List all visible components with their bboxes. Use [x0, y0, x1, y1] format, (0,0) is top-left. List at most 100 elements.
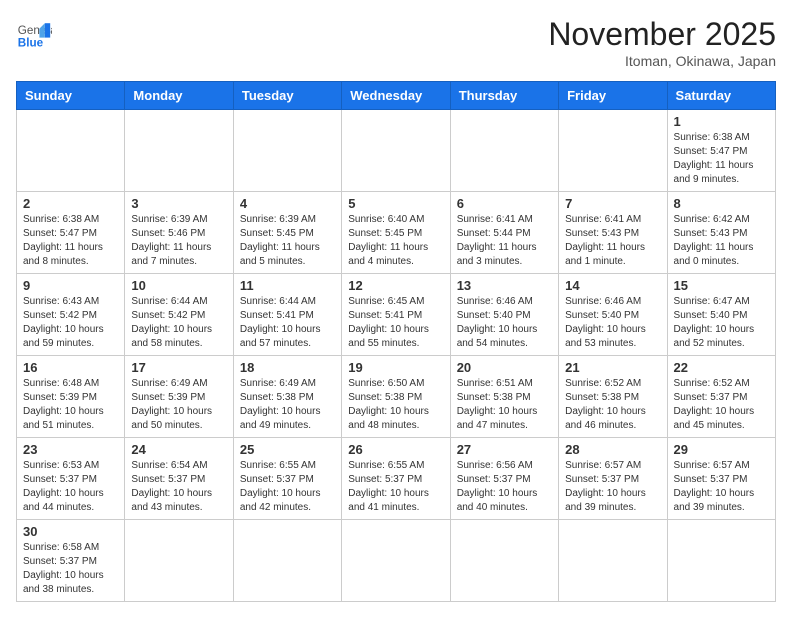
week-row-4: 23Sunrise: 6:53 AM Sunset: 5:37 PM Dayli…	[17, 438, 776, 520]
weekday-header-row: SundayMondayTuesdayWednesdayThursdayFrid…	[17, 82, 776, 110]
day-number: 7	[565, 196, 660, 211]
day-cell: 14 Sunrise: 6:46 AM Sunset: 5:40 PM Dayli…	[559, 274, 667, 356]
week-row-5: 30 Sunrise: 6:58 AM Sunset: 5:37 PM Dayli…	[17, 520, 776, 602]
day-cell: 24 Sunrise: 6:54 AM Sunset: 5:37 PM Dayli…	[125, 438, 233, 520]
week-row-2: 9Sunrise: 6:43 AM Sunset: 5:42 PM Daylig…	[17, 274, 776, 356]
day-info: Sunrise: 6:46 AM Sunset: 5:40 PM Dayligh…	[565, 295, 660, 351]
day-info: Sunrise: 6:38 AM Sunset: 5:47 PM Dayligh…	[674, 131, 769, 187]
day-info: Sunrise: 6:47 AM Sunset: 5:40 PM Dayligh…	[674, 295, 769, 351]
day-number: 17	[131, 360, 226, 375]
day-info: Sunrise: 6:54 AM Sunset: 5:37 PM Dayligh…	[131, 459, 226, 515]
day-number: 11	[240, 278, 335, 293]
day-info: Sunrise: 6:44 AM Sunset: 5:42 PM Dayligh…	[131, 295, 226, 351]
day-cell: 7 Sunrise: 6:41 AM Sunset: 5:43 PM Daylig…	[559, 192, 667, 274]
day-cell: 16 Sunrise: 6:48 AM Sunset: 5:39 PM Dayli…	[17, 356, 125, 438]
day-cell: 5Sunrise: 6:40 AM Sunset: 5:45 PM Daylig…	[342, 192, 450, 274]
calendar-table: SundayMondayTuesdayWednesdayThursdayFrid…	[16, 81, 776, 602]
day-info: Sunrise: 6:41 AM Sunset: 5:43 PM Dayligh…	[565, 213, 660, 269]
weekday-header-saturday: Saturday	[667, 82, 775, 110]
weekday-header-wednesday: Wednesday	[342, 82, 450, 110]
day-number: 9	[23, 278, 118, 293]
week-row-3: 16 Sunrise: 6:48 AM Sunset: 5:39 PM Dayli…	[17, 356, 776, 438]
day-cell: 23Sunrise: 6:53 AM Sunset: 5:37 PM Dayli…	[17, 438, 125, 520]
day-number: 21	[565, 360, 660, 375]
day-cell: 9Sunrise: 6:43 AM Sunset: 5:42 PM Daylig…	[17, 274, 125, 356]
day-info: Sunrise: 6:39 AM Sunset: 5:45 PM Dayligh…	[240, 213, 335, 269]
day-cell	[667, 520, 775, 602]
day-number: 14	[565, 278, 660, 293]
day-cell: 28Sunrise: 6:57 AM Sunset: 5:37 PM Dayli…	[559, 438, 667, 520]
day-cell	[559, 520, 667, 602]
day-cell: 29Sunrise: 6:57 AM Sunset: 5:37 PM Dayli…	[667, 438, 775, 520]
page-header: General Blue November 2025 Itoman, Okina…	[16, 16, 776, 69]
day-info: Sunrise: 6:55 AM Sunset: 5:37 PM Dayligh…	[348, 459, 443, 515]
location: Itoman, Okinawa, Japan	[548, 53, 776, 69]
weekday-header-friday: Friday	[559, 82, 667, 110]
day-cell: 8 Sunrise: 6:42 AM Sunset: 5:43 PM Daylig…	[667, 192, 775, 274]
day-number: 20	[457, 360, 552, 375]
day-info: Sunrise: 6:52 AM Sunset: 5:38 PM Dayligh…	[565, 377, 660, 433]
day-info: Sunrise: 6:49 AM Sunset: 5:38 PM Dayligh…	[240, 377, 335, 433]
day-number: 6	[457, 196, 552, 211]
day-info: Sunrise: 6:49 AM Sunset: 5:39 PM Dayligh…	[131, 377, 226, 433]
day-number: 8	[674, 196, 769, 211]
logo-icon: General Blue	[16, 16, 52, 52]
day-number: 22	[674, 360, 769, 375]
day-cell	[233, 110, 341, 192]
day-info: Sunrise: 6:57 AM Sunset: 5:37 PM Dayligh…	[565, 459, 660, 515]
day-cell	[450, 110, 558, 192]
day-cell: 21 Sunrise: 6:52 AM Sunset: 5:38 PM Dayli…	[559, 356, 667, 438]
title-block: November 2025 Itoman, Okinawa, Japan	[548, 16, 776, 69]
day-cell: 19 Sunrise: 6:50 AM Sunset: 5:38 PM Dayli…	[342, 356, 450, 438]
day-cell	[125, 520, 233, 602]
day-info: Sunrise: 6:41 AM Sunset: 5:44 PM Dayligh…	[457, 213, 552, 269]
day-cell: 25Sunrise: 6:55 AM Sunset: 5:37 PM Dayli…	[233, 438, 341, 520]
day-number: 30	[23, 524, 118, 539]
weekday-header-thursday: Thursday	[450, 82, 558, 110]
day-cell: 27 Sunrise: 6:56 AM Sunset: 5:37 PM Dayli…	[450, 438, 558, 520]
day-number: 4	[240, 196, 335, 211]
day-number: 2	[23, 196, 118, 211]
day-info: Sunrise: 6:44 AM Sunset: 5:41 PM Dayligh…	[240, 295, 335, 351]
day-cell	[342, 520, 450, 602]
day-info: Sunrise: 6:53 AM Sunset: 5:37 PM Dayligh…	[23, 459, 118, 515]
day-number: 1	[674, 114, 769, 129]
day-cell: 17 Sunrise: 6:49 AM Sunset: 5:39 PM Dayli…	[125, 356, 233, 438]
day-number: 24	[131, 442, 226, 457]
day-cell: 20 Sunrise: 6:51 AM Sunset: 5:38 PM Dayli…	[450, 356, 558, 438]
day-info: Sunrise: 6:56 AM Sunset: 5:37 PM Dayligh…	[457, 459, 552, 515]
week-row-0: 1 Sunrise: 6:38 AM Sunset: 5:47 PM Daylig…	[17, 110, 776, 192]
day-cell: 4 Sunrise: 6:39 AM Sunset: 5:45 PM Daylig…	[233, 192, 341, 274]
day-cell: 12Sunrise: 6:45 AM Sunset: 5:41 PM Dayli…	[342, 274, 450, 356]
day-info: Sunrise: 6:50 AM Sunset: 5:38 PM Dayligh…	[348, 377, 443, 433]
day-info: Sunrise: 6:39 AM Sunset: 5:46 PM Dayligh…	[131, 213, 226, 269]
day-cell: 3 Sunrise: 6:39 AM Sunset: 5:46 PM Daylig…	[125, 192, 233, 274]
day-number: 16	[23, 360, 118, 375]
day-info: Sunrise: 6:48 AM Sunset: 5:39 PM Dayligh…	[23, 377, 118, 433]
day-cell	[233, 520, 341, 602]
day-cell: 18Sunrise: 6:49 AM Sunset: 5:38 PM Dayli…	[233, 356, 341, 438]
day-number: 13	[457, 278, 552, 293]
weekday-header-monday: Monday	[125, 82, 233, 110]
week-row-1: 2Sunrise: 6:38 AM Sunset: 5:47 PM Daylig…	[17, 192, 776, 274]
day-number: 26	[348, 442, 443, 457]
day-cell: 10Sunrise: 6:44 AM Sunset: 5:42 PM Dayli…	[125, 274, 233, 356]
day-info: Sunrise: 6:51 AM Sunset: 5:38 PM Dayligh…	[457, 377, 552, 433]
svg-text:Blue: Blue	[18, 37, 44, 50]
day-cell: 30 Sunrise: 6:58 AM Sunset: 5:37 PM Dayli…	[17, 520, 125, 602]
day-number: 19	[348, 360, 443, 375]
day-cell	[125, 110, 233, 192]
day-cell: 11 Sunrise: 6:44 AM Sunset: 5:41 PM Dayli…	[233, 274, 341, 356]
day-number: 15	[674, 278, 769, 293]
day-info: Sunrise: 6:42 AM Sunset: 5:43 PM Dayligh…	[674, 213, 769, 269]
day-number: 29	[674, 442, 769, 457]
day-cell: 26 Sunrise: 6:55 AM Sunset: 5:37 PM Dayli…	[342, 438, 450, 520]
day-info: Sunrise: 6:45 AM Sunset: 5:41 PM Dayligh…	[348, 295, 443, 351]
day-info: Sunrise: 6:46 AM Sunset: 5:40 PM Dayligh…	[457, 295, 552, 351]
day-info: Sunrise: 6:58 AM Sunset: 5:37 PM Dayligh…	[23, 541, 118, 597]
month-title: November 2025	[548, 16, 776, 53]
day-number: 27	[457, 442, 552, 457]
day-number: 25	[240, 442, 335, 457]
day-cell: 2Sunrise: 6:38 AM Sunset: 5:47 PM Daylig…	[17, 192, 125, 274]
day-number: 3	[131, 196, 226, 211]
